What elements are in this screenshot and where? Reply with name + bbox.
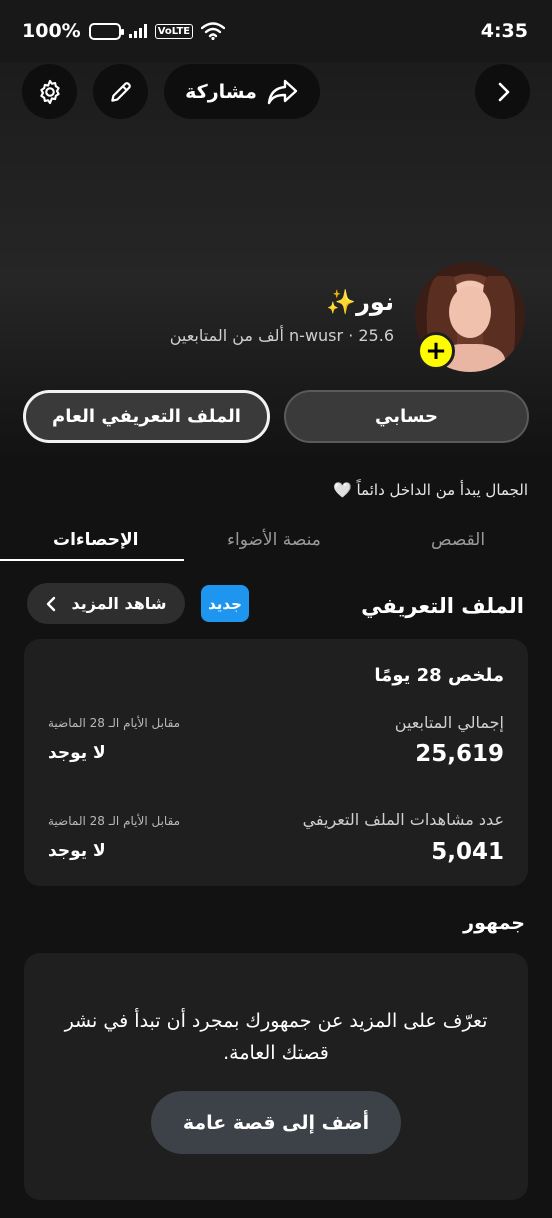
public-profile-button[interactable]: الملف التعريفي العام [23,390,270,443]
summary-card: ملخص 28 يومًا إجمالي المتابعين 25,619 مق… [24,639,528,886]
tab-stories[interactable]: القصص [431,530,485,550]
status-bar: 100% VoLTE 4:35 [0,0,552,62]
share-arrow-icon [267,79,298,104]
compare-value-profile-views: لا يوجد [48,841,106,861]
stat-value-profile-views: 5,041 [431,839,504,865]
compare-label-profile-views: مقابل الأيام الـ 28 الماضية [48,814,181,828]
back-button[interactable] [475,64,530,119]
share-button[interactable]: مشاركة [164,64,320,119]
chevron-left-icon [47,596,56,611]
username: n-wusr [289,326,344,345]
signal-icon [128,24,147,38]
battery-percentage: 100% [22,20,81,42]
my-account-button[interactable]: حسابي [284,390,529,443]
gear-icon [39,79,60,104]
audience-card: تعرّف على المزيد عن جمهورك بمجرد أن تبدأ… [24,953,528,1200]
bio: الجمال يبدأ من الداخل دائماً 🤍 [333,481,528,499]
summary-title: ملخص 28 يومًا [374,665,504,686]
add-story-button[interactable]: + [417,332,455,370]
tab-bar: القصص منصة الأضواء الإحصاءات [0,524,552,562]
tab-insights[interactable]: الإحصاءات [53,530,138,550]
compare-label-followers: مقابل الأيام الـ 28 الماضية [48,716,181,730]
settings-button[interactable] [22,64,77,119]
separator: · [348,326,354,345]
active-tab-indicator [0,559,184,561]
bio-text: الجمال يبدأ من الداخل دائماً [356,481,528,499]
section-title-audience: جمهور [463,912,525,934]
volte-indicator: VoLTE [154,23,194,39]
pencil-icon [110,81,131,102]
profile-header: مشاركة نور✨ n-wusr · 25.6 ألف من المتابع… [0,62,552,462]
followers-summary: 25.6 ألف من المتابعين [169,326,394,345]
tab-spotlight[interactable]: منصة الأضواء [227,530,321,550]
stat-label-followers: إجمالي المتابعين [394,713,504,732]
stat-value-followers: 25,619 [415,741,504,767]
status-left: 100% VoLTE [22,20,226,42]
wifi-icon [201,22,226,40]
share-label: مشاركة [185,80,257,103]
add-public-story-button[interactable]: أضف إلى قصة عامة [151,1091,401,1154]
see-more-button[interactable]: شاهد المزيد [27,583,185,624]
new-badge: جديد [201,585,249,622]
stat-label-profile-views: عدد مشاهدات الملف التعريفي [302,810,504,829]
edit-button[interactable] [93,64,148,119]
compare-value-followers: لا يوجد [48,743,106,763]
clock: 4:35 [480,20,528,42]
chevron-right-icon [498,82,509,101]
profile-subtitle: n-wusr · 25.6 ألف من المتابعين [170,326,394,345]
section-title-profile: الملف التعريفي [361,594,524,618]
heart-icon: 🤍 [333,481,352,499]
audience-message: تعرّف على المزيد عن جمهورك بمجرد أن تبدأ… [64,1010,488,1064]
see-more-label: شاهد المزيد [71,594,167,613]
display-name: نور✨ [326,288,394,316]
battery-icon [88,22,124,40]
